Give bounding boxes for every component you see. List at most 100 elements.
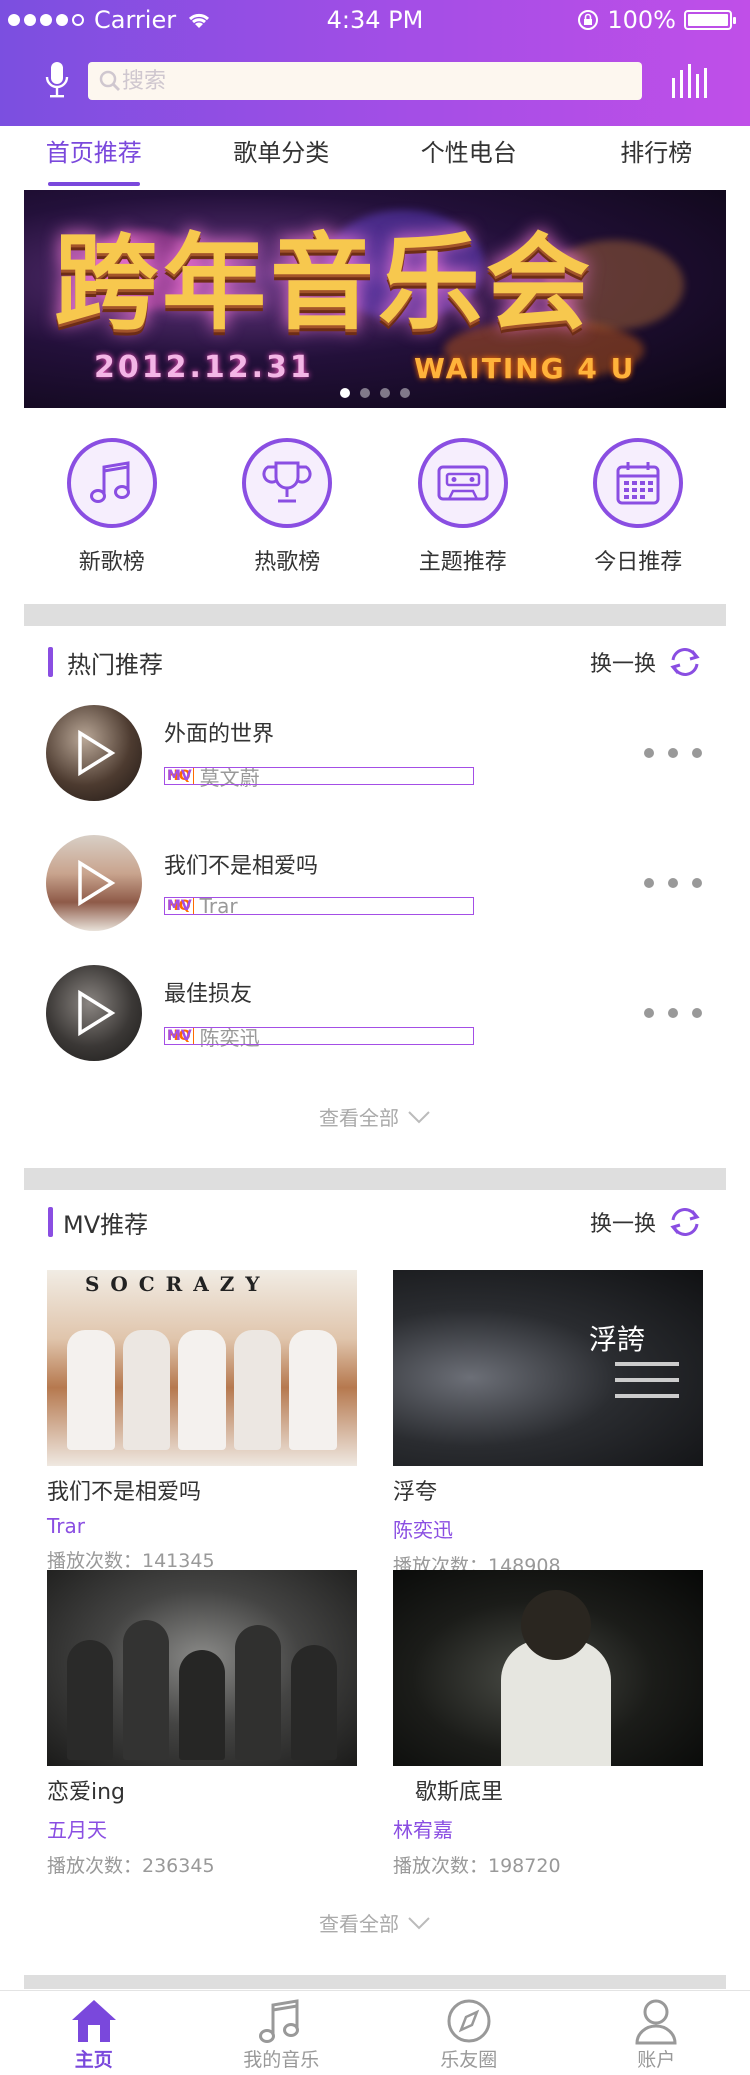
hot-view-all-link[interactable]: 查看全部 <box>0 1102 750 1131</box>
refresh-label: 换一换 <box>589 652 656 677</box>
song-title: 最佳损友 <box>164 981 253 1007</box>
search-row <box>0 54 750 110</box>
tabbar-friends[interactable]: 乐友圈 <box>375 1991 563 2075</box>
song-info: 外面的世界 HQ MV 莫文蔚 <box>164 716 644 791</box>
search-input[interactable] <box>122 68 612 94</box>
song-meta: HQ MV 莫文蔚 <box>164 762 644 791</box>
mv-section-header: MV推荐 换一换 <box>24 1188 726 1256</box>
mv-thumbnail[interactable] <box>47 1570 357 1766</box>
quick-today-badge <box>593 438 684 528</box>
bottom-tab-bar: 主页 我的音乐 乐友圈 账户 <box>0 1990 750 2075</box>
tabbar-home[interactable]: 主页 <box>0 1991 188 2075</box>
mv-card[interactable]: S O C R A Z Y 我们不是相爱吗 Trar 播放次数：141345 <box>47 1270 357 1573</box>
tabbar-account[interactable]: 账户 <box>563 1991 750 2075</box>
hot-refresh-button[interactable]: 换一换 <box>590 646 702 678</box>
mv-badge[interactable]: MV <box>164 767 474 785</box>
battery-icon <box>684 10 736 30</box>
mv-thumbnail[interactable]: S O C R A Z Y <box>47 1270 357 1466</box>
quick-new-songs[interactable]: 新歌榜 <box>24 408 200 604</box>
tabbar-my-music[interactable]: 我的音乐 <box>188 1991 376 2075</box>
tab-home-recommend[interactable]: 首页推荐 <box>0 126 188 188</box>
banner-date: 2012.12.31 <box>94 350 314 385</box>
more-options-icon[interactable] <box>644 878 702 888</box>
section-accent-bar <box>48 1207 53 1237</box>
mv-view-all-link[interactable]: 查看全部 <box>0 1908 750 1937</box>
mv-artist[interactable]: 陈奕迅 <box>393 1514 703 1543</box>
mv-artist[interactable]: 五月天 <box>47 1814 357 1843</box>
quick-hot-songs-label: 热歌榜 <box>254 550 321 575</box>
tabbar-my-music-label: 我的音乐 <box>243 2049 320 2071</box>
mv-thumbnail-text: S O C R A Z Y <box>85 1272 262 1296</box>
hot-section-title: 热门推荐 <box>67 650 163 679</box>
cassette-icon <box>437 465 489 501</box>
mv-card[interactable]: 浮誇 浮夸 陈奕迅 播放次数：148908 <box>393 1270 703 1578</box>
mv-title: 恋爱ing <box>47 1780 126 1805</box>
tab-personal-radio[interactable]: 个性电台 <box>375 126 563 188</box>
mv-title: 歇斯底里 <box>393 1780 504 1805</box>
status-bar: Carrier 4:34 PM 100% <box>0 0 750 40</box>
quick-theme-label: 主题推荐 <box>418 550 507 575</box>
user-icon <box>635 1999 677 2045</box>
quick-hot-songs[interactable]: 热歌榜 <box>200 408 376 604</box>
mv-artist[interactable]: Trar <box>47 1514 357 1538</box>
quick-new-songs-label: 新歌榜 <box>78 550 145 575</box>
music-note-icon <box>89 461 130 503</box>
view-all-label: 查看全部 <box>319 1106 399 1130</box>
quick-nav: 新歌榜 热歌榜 主题推荐 今日推荐 <box>24 408 726 604</box>
section-divider <box>24 604 726 626</box>
mv-thumbnail[interactable] <box>393 1570 703 1766</box>
promo-banner[interactable]: 跨年音乐会 2012.12.31 WAITING 4 U <box>24 190 726 408</box>
section-divider <box>24 1168 726 1190</box>
tab-charts[interactable]: 排行榜 <box>563 126 750 188</box>
mv-card[interactable]: 歇斯底里 林宥嘉 播放次数：198720 <box>393 1570 703 1878</box>
refresh-icon <box>670 648 700 676</box>
mv-play-count: 播放次数：236345 <box>47 1855 215 1877</box>
battery-percent: 100% <box>607 6 676 34</box>
song-title: 我们不是相爱吗 <box>164 854 319 879</box>
mv-artist[interactable]: 林宥嘉 <box>393 1814 703 1843</box>
mv-title: 我们不是相爱吗 <box>47 1480 202 1505</box>
quick-today[interactable]: 今日推荐 <box>551 408 727 604</box>
mv-badge[interactable]: MV <box>164 1027 474 1045</box>
mv-badge[interactable]: MV <box>164 897 474 915</box>
equalizer-icon[interactable] <box>670 62 710 98</box>
play-icon <box>78 989 116 1037</box>
list-item[interactable]: 最佳损友 HQ MV 陈奕迅 <box>24 958 726 1068</box>
tabbar-friends-label: 乐友圈 <box>440 2049 498 2071</box>
hot-section-header: 热门推荐 换一换 <box>24 628 726 696</box>
list-item[interactable]: 我们不是相爱吗 HQ MV Trar <box>24 828 726 938</box>
more-options-icon[interactable] <box>644 748 702 758</box>
section-divider <box>24 1975 726 1989</box>
song-cover[interactable] <box>46 705 142 801</box>
more-options-icon[interactable] <box>644 1008 702 1018</box>
quick-new-songs-badge <box>66 438 157 528</box>
song-info: 最佳损友 HQ MV 陈奕迅 <box>164 976 644 1051</box>
mv-refresh-button[interactable]: 换一换 <box>590 1206 702 1238</box>
search-icon <box>99 70 120 91</box>
play-icon <box>78 859 116 907</box>
battery-status: 100% <box>577 6 736 34</box>
song-info: 我们不是相爱吗 HQ MV Trar <box>164 848 644 918</box>
banner-title: 跨年音乐会 <box>54 221 595 344</box>
mv-play-count: 播放次数：198720 <box>393 1855 561 1877</box>
quick-theme-badge <box>417 438 508 528</box>
search-bar[interactable] <box>88 62 642 100</box>
song-cover[interactable] <box>46 965 142 1061</box>
mv-card[interactable]: 恋爱ing 五月天 播放次数：236345 <box>47 1570 357 1878</box>
quick-hot-songs-badge <box>242 438 333 528</box>
mv-play-count: 播放次数：141345 <box>47 1550 215 1572</box>
mv-thumbnail-text: 浮誇 <box>589 1323 646 1356</box>
quick-theme[interactable]: 主题推荐 <box>375 408 551 604</box>
song-cover[interactable] <box>46 835 142 931</box>
song-meta: HQ MV 陈奕迅 <box>164 1022 644 1051</box>
mv-thumbnail[interactable]: 浮誇 <box>393 1270 703 1466</box>
tab-playlist-categories[interactable]: 歌单分类 <box>188 126 376 188</box>
banner-pagination[interactable] <box>24 388 726 398</box>
quick-today-label: 今日推荐 <box>594 550 683 575</box>
chevron-down-icon <box>408 1916 430 1929</box>
calendar-icon <box>616 462 660 505</box>
home-icon <box>71 2000 116 2042</box>
section-accent-bar <box>48 647 53 677</box>
microphone-icon[interactable] <box>44 60 70 100</box>
list-item[interactable]: 外面的世界 HQ MV 莫文蔚 <box>24 698 726 808</box>
